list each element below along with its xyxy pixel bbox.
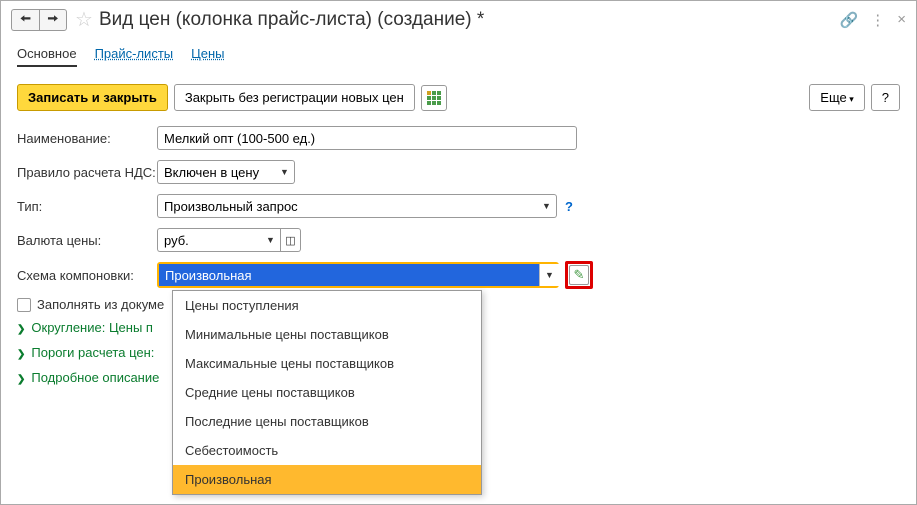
vat-label: Правило расчета НДС: [17, 165, 157, 180]
nav-forward-button[interactable]: 🠪 [39, 9, 67, 31]
currency-input[interactable] [157, 228, 261, 252]
scheme-edit-button[interactable]: ✎ [569, 265, 589, 285]
currency-open-button[interactable]: ◫ [281, 228, 301, 252]
save-close-button[interactable]: Записать и закрыть [17, 84, 168, 111]
pencil-icon: ✎ [574, 267, 585, 283]
nav-back-button[interactable]: 🠨 [11, 9, 39, 31]
scheme-label: Схема компоновки: [17, 268, 157, 283]
tab-prices[interactable]: Цены [191, 46, 224, 67]
fill-from-docs-label: Заполнять из докуме [37, 297, 164, 312]
favorite-star-icon[interactable]: ☆ [75, 7, 93, 32]
name-label: Наименование: [17, 131, 157, 146]
tab-main[interactable]: Основное [17, 46, 77, 67]
dropdown-item[interactable]: Произвольная [173, 465, 481, 494]
name-input[interactable] [157, 126, 577, 150]
dropdown-item[interactable]: Максимальные цены поставщиков [173, 349, 481, 378]
grid-icon [427, 91, 441, 105]
type-label: Тип: [17, 199, 157, 214]
type-help-icon[interactable]: ? [565, 199, 573, 214]
dropdown-item[interactable]: Последние цены поставщиков [173, 407, 481, 436]
more-button[interactable]: Еще [809, 84, 864, 111]
dropdown-item[interactable]: Себестоимость [173, 436, 481, 465]
grid-report-button[interactable] [421, 85, 447, 111]
scheme-edit-highlight: ✎ [565, 261, 593, 289]
type-input[interactable] [157, 194, 537, 218]
scheme-dropdown-list: Цены поступленияМинимальные цены поставщ… [172, 290, 482, 495]
link-icon[interactable]: 🔗 [840, 11, 859, 29]
vat-dropdown-button[interactable]: ▼ [275, 160, 295, 184]
scheme-dropdown-button[interactable]: ▼ [539, 264, 559, 286]
close-no-register-button[interactable]: Закрыть без регистрации новых цен [174, 84, 415, 111]
fill-from-docs-checkbox[interactable] [17, 298, 31, 312]
help-button[interactable]: ? [871, 84, 900, 111]
menu-dots-icon[interactable]: ⋮ [870, 11, 885, 29]
type-dropdown-button[interactable]: ▼ [537, 194, 557, 218]
dropdown-item[interactable]: Цены поступления [173, 291, 481, 320]
vat-input[interactable] [157, 160, 275, 184]
scheme-input[interactable] [159, 264, 539, 286]
close-icon[interactable]: × [897, 11, 906, 28]
dropdown-item[interactable]: Средние цены поставщиков [173, 378, 481, 407]
tab-pricelists[interactable]: Прайс-листы [95, 46, 174, 67]
dropdown-item[interactable]: Минимальные цены поставщиков [173, 320, 481, 349]
currency-label: Валюта цены: [17, 233, 157, 248]
currency-dropdown-button[interactable]: ▼ [261, 228, 281, 252]
page-title: Вид цен (колонка прайс-листа) (создание)… [99, 9, 840, 31]
